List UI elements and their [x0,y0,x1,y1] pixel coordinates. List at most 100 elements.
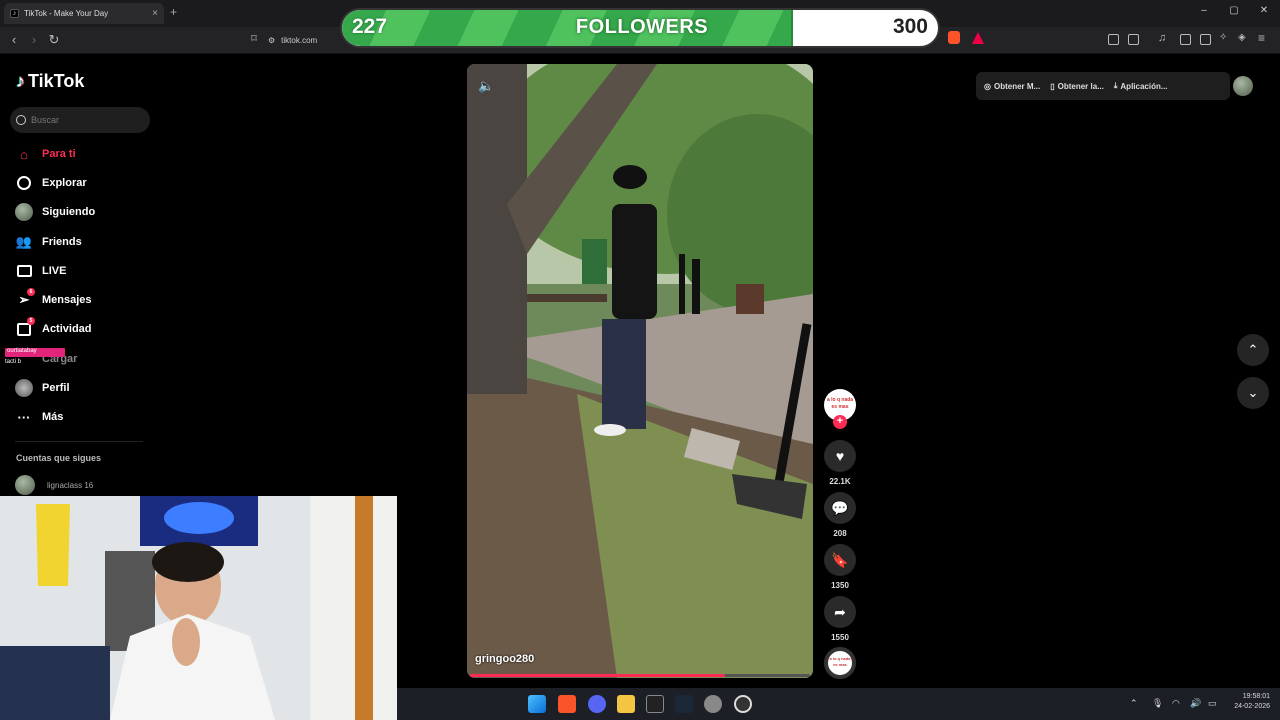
windows-start-icon[interactable] [528,695,546,713]
webcam-frame [0,496,397,720]
previous-video-button[interactable]: ⌃ [1237,334,1269,366]
more-icon: ··· [17,409,31,425]
clock-date: 24-02-2026 [1234,703,1270,710]
live-icon [15,262,33,280]
menu-icon[interactable]: ≡ [1258,31,1265,45]
phone-icon: ▯ [1050,81,1055,91]
wifi-icon[interactable]: ◠ [1172,698,1180,709]
discord-icon[interactable] [588,695,606,713]
heart-icon: ♥ [835,448,845,464]
next-video-button[interactable]: ⌄ [1237,377,1269,409]
like-count: 22.1K [829,477,851,486]
sidebar-item-label: Perfil [42,382,70,394]
music-icon[interactable]: ♫ [1158,32,1166,44]
extension-icon[interactable] [1108,34,1119,45]
chevron-down-icon: ⌄ [1247,385,1259,400]
new-tab-icon[interactable]: + [170,5,177,19]
sidebar-item-live[interactable]: LIVE [15,262,66,280]
sidebar-item-explorar[interactable]: Explorar [15,174,87,192]
tiktok-favicon-icon: ♪ [10,9,19,18]
forward-icon[interactable]: › [26,32,42,47]
back-icon[interactable]: ‹ [6,32,22,47]
sidebar-item-label: Siguiendo [42,206,96,218]
screenshot-icon[interactable] [1128,34,1139,45]
clock-time: 19:58:01 [1242,693,1270,700]
webcam-overlay [0,496,397,720]
bookmark-icon[interactable]: ⌑ [246,32,262,45]
get-app-button[interactable]: ▯ Obtener la... [1050,82,1104,91]
desktop-app-button[interactable]: ⤓ Aplicación... [1114,81,1168,91]
mute-icon[interactable]: 🔈 [478,78,494,94]
sidebar-item-siguiendo[interactable]: Siguiendo [15,203,95,221]
brave-shield-icon[interactable] [948,31,960,44]
sidebar-item-friends[interactable]: 👥 Friends [15,233,82,251]
brave-browser-icon[interactable] [558,695,576,713]
sidebar-item-mensajes[interactable]: ➢ 6 Mensajes [15,288,92,309]
video-author[interactable]: gringoo280 [475,653,534,665]
download-icon: ⤓ [1113,81,1118,90]
microphone-icon[interactable]: 🎙 [1152,698,1163,709]
video-frame [467,64,813,678]
sidebar-item-label: Más [42,411,64,423]
sidebar-item-mas[interactable]: ··· Más [15,408,64,426]
sidebar-item-label: LIVE [42,265,67,277]
steam-icon[interactable] [675,695,693,713]
following-account-item[interactable]: lignaclass 16 [15,475,93,495]
bookmark-icon: 🔖 [831,551,849,568]
profile-icon [15,379,33,397]
video-progress-bar[interactable] [470,674,810,677]
tray-expand-icon[interactable]: ⌃ [1130,698,1138,709]
wallet-icon[interactable] [1200,34,1211,45]
sidebar-item-perfil[interactable]: Perfil [15,379,70,397]
obs-icon[interactable] [734,695,752,713]
battery-icon[interactable]: ▭ [1208,698,1217,709]
sidebar-item-label: Mensajes [42,294,92,306]
file-explorer-icon[interactable] [617,695,635,713]
epic-games-icon[interactable] [646,695,664,713]
share-button[interactable]: ➦ [824,596,856,628]
sidebar-divider [15,441,143,442]
account-name: lignaclass 16 [47,480,94,490]
url-field[interactable]: ⚙ tiktok.com [268,31,338,49]
share-icon: ➦ [834,603,846,620]
user-avatar[interactable] [1233,76,1253,96]
coin-icon: ◎ [984,81,991,91]
friends-icon: 👥 [15,234,33,249]
settings-icon[interactable] [704,695,722,713]
stream-overlay-sub: tacti b [5,359,22,365]
tiktok-logo[interactable]: ♪ TikTok [16,71,84,92]
video-player[interactable] [467,64,813,678]
sidebar-item-actividad[interactable]: 5 Actividad [15,317,92,338]
like-button[interactable]: ♥ [824,440,856,472]
top-right-actions: ◎ Obtener M... ▯ Obtener la... ⤓ Aplicación… [976,72,1230,100]
music-disc-icon[interactable]: a lo q nada es mas [824,647,856,679]
minimize-icon[interactable]: – [1196,5,1212,16]
taskbar-clock[interactable]: 19:58:01 24-02-2026 [1226,692,1270,712]
get-coins-button[interactable]: ◎ Obtener M... [984,82,1040,91]
comment-button[interactable]: 💬 [824,492,856,524]
sidebar-icon[interactable] [1180,34,1191,45]
close-window-icon[interactable]: ✕ [1256,5,1272,16]
compass-icon [15,174,33,192]
browser-tab[interactable]: ♪ TikTok - Make Your Day × [4,3,164,24]
followers-target: 300 [892,15,928,38]
comment-count: 208 [833,529,847,538]
leo-ai-icon[interactable]: ✧ [1219,32,1227,43]
search-icon [16,115,26,125]
send-icon: ➢ 6 [15,288,35,309]
search-input[interactable]: Buscar [10,107,150,133]
save-button[interactable]: 🔖 [824,544,856,576]
share-count: 1550 [831,633,849,642]
search-placeholder: Buscar [31,115,60,125]
avatar-icon [15,203,33,221]
followers-label: FOLLOWERS [575,16,709,38]
volume-icon[interactable]: 🔊 [1190,698,1201,709]
reload-icon[interactable]: ↻ [46,32,62,48]
follow-plus-icon[interactable]: + [833,415,847,429]
maximize-icon[interactable]: ▢ [1226,5,1242,16]
close-tab-icon[interactable]: × [152,8,158,19]
site-info-icon[interactable]: ⚙ [268,36,275,45]
chevron-up-icon: ⌃ [1247,342,1259,357]
vpn-icon[interactable]: ◈ [1238,32,1246,43]
sidebar-item-para-ti[interactable]: ⌂ Para ti [15,145,76,163]
